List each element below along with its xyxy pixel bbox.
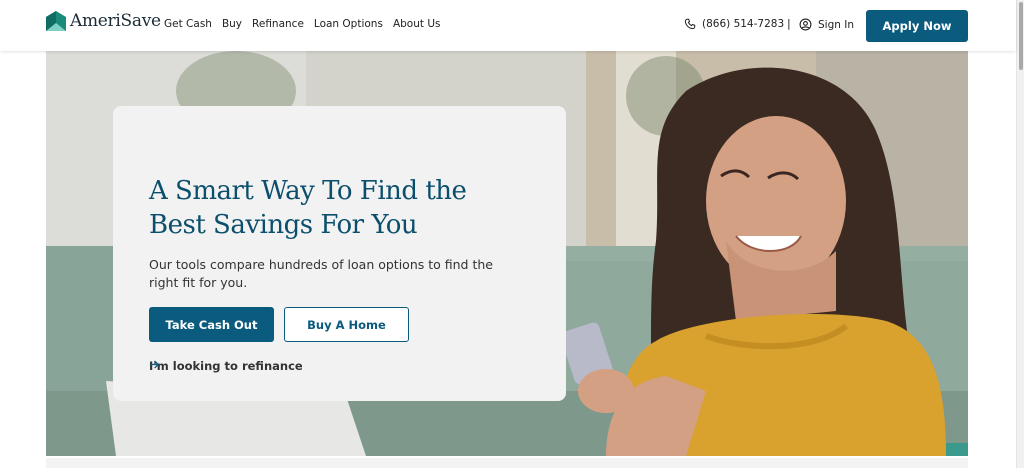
page-scrollbar[interactable]	[1016, 0, 1024, 468]
sign-in-label: Sign In	[818, 18, 854, 31]
nav-item-buy[interactable]: Buy	[222, 18, 242, 30]
refinance-link[interactable]: I'm looking to refinance	[149, 359, 303, 373]
nav-item-refinance[interactable]: Refinance	[252, 18, 304, 30]
logo-mark-icon	[46, 11, 66, 31]
nav-item-loan-options[interactable]: Loan Options	[314, 18, 383, 30]
nav-item-get-cash[interactable]: Get Cash	[164, 18, 212, 30]
sign-in-link[interactable]: Sign In	[799, 18, 854, 31]
refinance-link-label: I'm looking to refinance	[149, 359, 303, 373]
nav-item-about-us[interactable]: About Us	[393, 18, 441, 30]
hero-card: A Smart Way To Find the Best Savings For…	[113, 106, 566, 401]
apply-now-button[interactable]: Apply Now	[866, 10, 968, 42]
phone-icon	[684, 18, 696, 30]
main-nav: Get Cash Buy Refinance Loan Options Abou…	[164, 18, 440, 30]
site-header: AmeriSave Get Cash Buy Refinance Loan Op…	[0, 0, 1016, 51]
buy-a-home-button[interactable]: Buy A Home	[284, 307, 409, 342]
user-circle-icon	[799, 18, 812, 31]
hero-section: A Smart Way To Find the Best Savings For…	[46, 51, 968, 456]
logo-text: AmeriSave	[70, 11, 161, 31]
arrow-right-icon	[149, 360, 159, 369]
take-cash-out-button[interactable]: Take Cash Out	[149, 307, 274, 342]
header-separator: |	[787, 17, 791, 30]
amerisave-logo[interactable]: AmeriSave	[46, 9, 161, 33]
phone-link[interactable]: (866) 514-7283	[684, 18, 784, 30]
next-section-edge	[46, 458, 968, 468]
hero-subtitle: Our tools compare hundreds of loan optio…	[149, 257, 493, 290]
phone-number: (866) 514-7283	[702, 18, 785, 30]
scrollbar-thumb[interactable]	[1019, 2, 1023, 70]
hero-title: A Smart Way To Find the Best Savings For…	[149, 176, 467, 240]
